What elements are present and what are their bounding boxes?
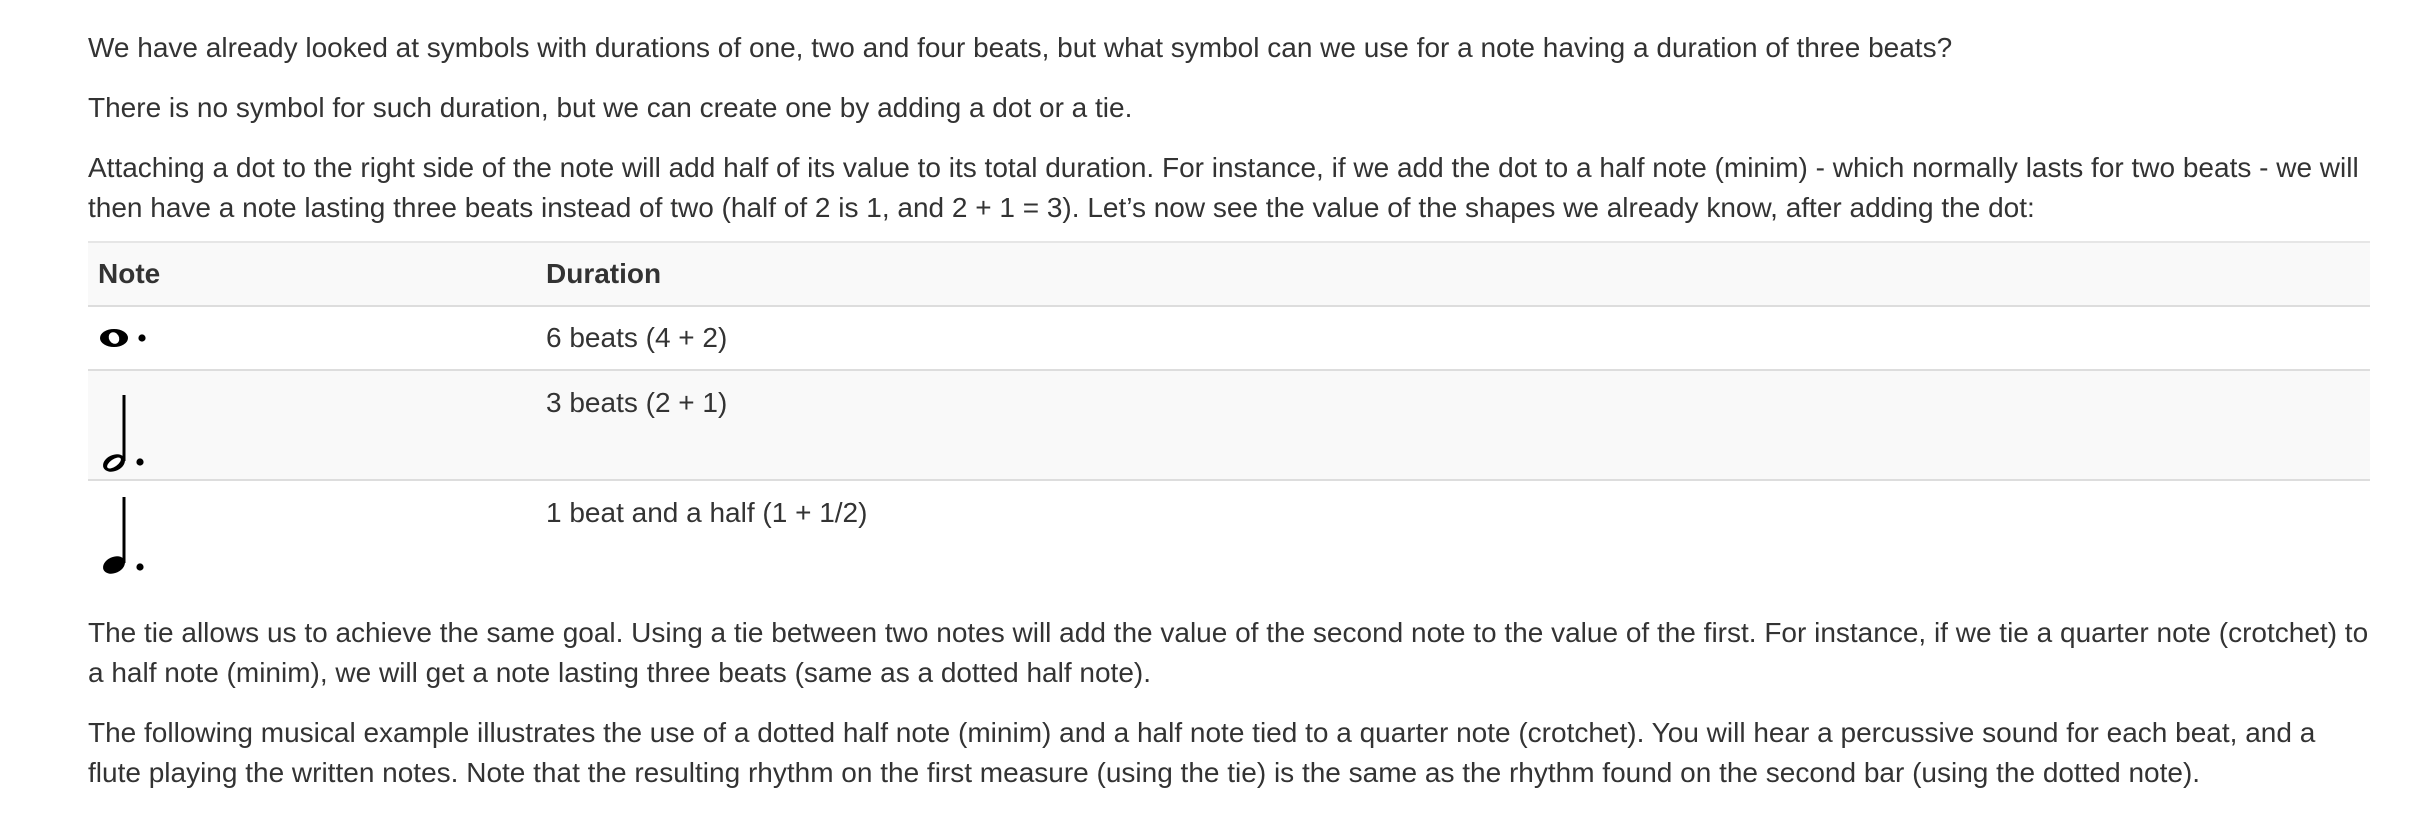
table-header-row: Note Duration	[88, 241, 2370, 307]
duration-cell: 3 beats (2 + 1)	[536, 369, 2370, 480]
table-row: 6 beats (4 + 2)	[88, 306, 2370, 370]
dotted-quarter-note-icon	[103, 497, 144, 574]
dotted-half-note-icon	[103, 395, 144, 472]
note-cell	[88, 306, 536, 370]
duration-value: 1 beat and a half (1 + 1/2)	[546, 497, 868, 528]
table-row: 1 beat and a half (1 + 1/2)	[88, 479, 2370, 589]
example-explanation-paragraph: The following musical example illustrate…	[88, 717, 2316, 788]
article-content: We have already looked at symbols with d…	[88, 28, 2370, 793]
note-cell	[88, 479, 536, 589]
tie-explanation-paragraph: The tie allows us to achieve the same go…	[88, 617, 2369, 688]
no-symbol-paragraph: There is no symbol for such duration, bu…	[88, 92, 1133, 123]
table-row: 3 beats (2 + 1)	[88, 369, 2370, 480]
dotted-whole-note-icon	[100, 329, 146, 347]
dotted-notes-table: Note Duration 6 beats (4 + 2) 3 beats (2…	[88, 241, 2370, 589]
duration-column-header: Duration	[536, 241, 2370, 307]
duration-value: 6 beats (4 + 2)	[546, 322, 728, 353]
duration-value: 3 beats (2 + 1)	[546, 387, 728, 418]
duration-cell: 6 beats (4 + 2)	[536, 306, 2370, 370]
after-table-section: The tie allows us to achieve the same go…	[88, 613, 2370, 793]
dot-explanation-paragraph: Attaching a dot to the right side of the…	[88, 152, 2359, 223]
note-column-header: Note	[88, 241, 536, 307]
note-cell	[88, 369, 536, 480]
duration-cell: 1 beat and a half (1 + 1/2)	[536, 479, 2370, 589]
intro-paragraph: We have already looked at symbols with d…	[88, 32, 1953, 63]
